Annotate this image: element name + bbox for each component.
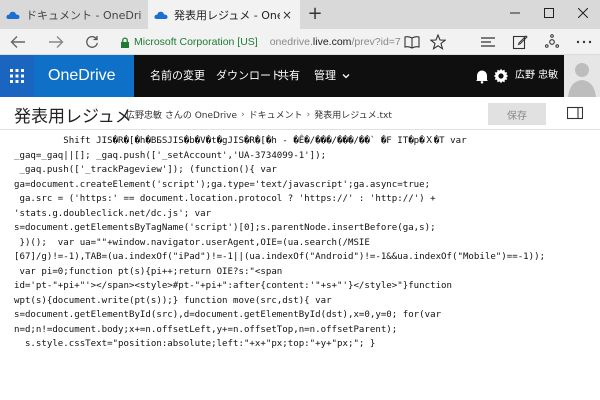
- tab-label: ドキュメント - OneDrive: [26, 8, 142, 22]
- breadcrumb-item-documents[interactable]: ドキュメント: [249, 108, 303, 121]
- save-button[interactable]: 保存: [488, 103, 546, 125]
- address-bar[interactable]: Microsoft Corporation [US] onedrive.live…: [120, 32, 420, 52]
- tab-label: 発表用レジュメ - OneDrive: [174, 8, 280, 22]
- tab-documents[interactable]: ドキュメント - OneDrive: [0, 0, 148, 29]
- favorite-star-icon[interactable]: [424, 31, 452, 53]
- editor-line: 'stats.g.doubleclick.net/dc.js'; var: [14, 208, 212, 219]
- reading-view-icon[interactable]: [398, 31, 426, 53]
- certificate-label: Microsoft Corporation [US]: [134, 36, 258, 48]
- breadcrumb-item-root[interactable]: 広野忠敏 さんの OneDrive: [126, 108, 237, 121]
- editor-line: })(); var ua=""+window.navigator.userAge…: [14, 237, 370, 248]
- maximize-icon[interactable]: [532, 0, 566, 29]
- editor-line: s=document.getElementsByTagName('script'…: [14, 223, 436, 233]
- forward-arrow-icon[interactable]: [42, 31, 70, 53]
- onedrive-suite-bar: OneDrive 名前の変更 ダウンロード 共有 管理 広野 忠敏: [0, 55, 600, 97]
- share-button[interactable]: 共有: [278, 55, 300, 97]
- editor-line: ga=document.createElement('script');ga.t…: [14, 179, 431, 190]
- notifications-bell-icon[interactable]: [474, 68, 490, 84]
- editor-line: s.style.cssText="position:absolute;left:…: [14, 339, 376, 349]
- browser-nav-bar: Microsoft Corporation [US] onedrive.live…: [0, 29, 600, 55]
- app-launcher-icon[interactable]: [0, 55, 34, 97]
- close-window-icon[interactable]: [566, 0, 600, 29]
- hub-icon[interactable]: [474, 31, 502, 53]
- close-tab-icon[interactable]: ×: [280, 8, 294, 22]
- breadcrumb-separator: ›: [306, 109, 311, 120]
- editor-line: s=document.getElementById(src),d=documen…: [14, 310, 442, 320]
- new-tab-button[interactable]: +: [304, 3, 326, 25]
- back-arrow-icon[interactable]: [4, 31, 32, 53]
- onedrive-cloud-icon: [6, 11, 20, 19]
- editor-line: id='pt-"+pi+"'></span><style>#pt-"+pi+":…: [14, 281, 452, 291]
- onedrive-brand[interactable]: OneDrive: [34, 55, 134, 97]
- tab-resume[interactable]: 発表用レジュメ - OneDrive ×: [148, 0, 300, 29]
- more-icon[interactable]: [570, 31, 598, 53]
- chevron-down-icon: [342, 74, 349, 79]
- rename-button[interactable]: 名前の変更: [150, 55, 205, 97]
- editor-line: Shift JIS�R�[�h�BБSJIS�b�V�t�gJIS�R�[�h …: [14, 136, 467, 146]
- web-note-icon[interactable]: [506, 31, 534, 53]
- editor-line: _gaq=_gaq||[]; _gaq.push(['_setAccount',…: [14, 150, 327, 161]
- share-icon[interactable]: [538, 31, 566, 53]
- manage-label: 管理: [314, 69, 336, 82]
- editor-line: _gaq.push(['_trackPageview']); (function…: [14, 165, 277, 175]
- page-title: 発表用レジュメ: [14, 107, 132, 127]
- url-text: onedrive.live.com/prev?id=7: [269, 36, 401, 48]
- editor-line: n=d;n!=document.body;x+=n.offsetLeft,y+=…: [14, 324, 398, 335]
- text-editor[interactable]: Shift JIS�R�[�h�BБSJIS�b�V�t�gJIS�R�[�h …: [0, 129, 600, 400]
- side-panel-toggle-icon[interactable]: [567, 105, 583, 121]
- onedrive-cloud-icon: [154, 11, 168, 19]
- settings-gear-icon[interactable]: [493, 68, 509, 84]
- avatar[interactable]: [564, 55, 600, 97]
- breadcrumb-separator: ›: [241, 109, 245, 120]
- breadcrumb-item-file: 発表用レジュメ.txt: [314, 111, 392, 121]
- editor-line: var pi=0;function pt(s){pi++;return OIE?…: [14, 266, 283, 277]
- editor-line: [67]/g)!=-1),TAB=(ua.indexOf("iPad")!=-1…: [14, 252, 546, 262]
- download-button[interactable]: ダウンロード: [216, 55, 282, 97]
- manage-menu[interactable]: 管理: [314, 55, 350, 97]
- lock-icon: [121, 36, 129, 48]
- minimize-icon[interactable]: [498, 0, 532, 29]
- editor-line: ga.src = ('https:' == document.location.…: [14, 194, 436, 204]
- browser-tab-strip: ドキュメント - OneDrive 発表用レジュメ - OneDrive × +: [0, 0, 600, 29]
- user-name[interactable]: 広野 忠敏: [515, 55, 558, 97]
- refresh-icon[interactable]: [78, 31, 106, 53]
- person-silhouette-icon: [568, 63, 596, 97]
- editor-line: wpt(s){document.write(pt(s));} function …: [14, 295, 332, 306]
- breadcrumb: 広野忠敏 さんの OneDrive › ドキュメント › 発表用レジュメ.txt: [126, 108, 392, 122]
